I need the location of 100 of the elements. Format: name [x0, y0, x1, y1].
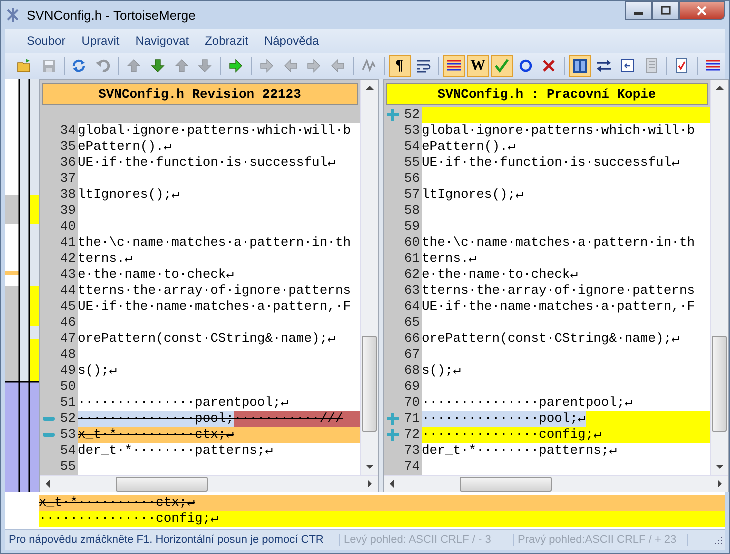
line-number: 53: [60, 427, 76, 443]
window-panel-icon: [620, 58, 636, 74]
minimize-button[interactable]: [625, 1, 652, 20]
line-number: 51: [60, 395, 76, 411]
scroll-up-icon[interactable]: [366, 84, 374, 92]
line-number: 53: [404, 123, 420, 139]
line-number: 70: [404, 395, 420, 411]
code-line: UE·if·the·name·matches·a·pattern,·F: [422, 299, 696, 315]
plus-icon: [387, 429, 399, 441]
line-number: 65: [404, 315, 420, 331]
menu-item[interactable]: Navigovat: [128, 34, 198, 48]
left-arrow-icon: [282, 58, 299, 74]
line-number: 69: [404, 379, 420, 395]
code-line: s();↵: [78, 363, 118, 379]
menu-item[interactable]: Nápověda: [256, 34, 328, 48]
code-line: e·the·name·to·check↵: [422, 267, 580, 283]
scrollbar-thumb[interactable]: [460, 476, 552, 492]
toggle-button[interactable]: W: [467, 55, 489, 77]
code-line: ePattern().↵: [422, 139, 517, 155]
wrap-lines-icon: [416, 58, 432, 74]
scroll-right-icon[interactable]: [366, 480, 374, 488]
scrollbar-thumb[interactable]: [116, 476, 208, 492]
toolbar-button[interactable]: [443, 55, 466, 77]
undo-icon: [95, 58, 112, 74]
scroll-down-icon[interactable]: [716, 463, 724, 471]
toggle-button[interactable]: ¶: [388, 55, 411, 77]
scrollbar-thumb[interactable]: [712, 336, 727, 432]
check-icon: [494, 58, 510, 74]
scroll-left-icon[interactable]: [44, 480, 52, 488]
right-arrow-icon: [306, 58, 322, 74]
menu-item[interactable]: Zobrazit: [197, 34, 256, 48]
line-number: 43: [60, 267, 76, 283]
vertical-scrollbar[interactable]: [360, 80, 378, 475]
line-number: 34: [60, 123, 76, 139]
line-number: 66: [404, 331, 420, 347]
swap-arrows-icon: [596, 58, 612, 74]
line-number: 37: [60, 171, 76, 187]
code-line: global·ignore·patterns·which·will·b: [78, 123, 352, 139]
line-number: 39: [60, 203, 76, 219]
scroll-right-icon[interactable]: [716, 480, 724, 488]
code-line: terns.↵: [422, 251, 478, 267]
code-line: ltIgnores();↵: [78, 187, 180, 203]
minimize-icon: [634, 12, 643, 14]
close-icon: [697, 6, 707, 16]
vertical-scrollbar[interactable]: [710, 80, 728, 475]
line-number: 54: [404, 139, 420, 155]
original-file-header: SVNConfig.h Revision 22123: [42, 83, 358, 105]
colored-lines-icon: [446, 58, 462, 74]
circle-icon: [518, 58, 534, 74]
code-line: ltIgnores();↵: [422, 187, 524, 203]
reload-icon: [71, 58, 88, 74]
plus-icon: [387, 413, 399, 425]
line-number: 58: [404, 203, 420, 219]
close-button[interactable]: [679, 1, 725, 20]
line-number: 44: [60, 283, 76, 299]
maximize-button[interactable]: [652, 1, 679, 20]
up-arrow-icon: [126, 58, 142, 74]
plus-icon: [387, 109, 399, 121]
line-number: 74: [404, 459, 420, 475]
menu-item[interactable]: Soubor: [19, 34, 74, 48]
line-number: 60: [404, 235, 420, 251]
code-line: e·the·name·to·check↵: [78, 267, 236, 283]
code-line: UE·if·the·function·is·successful↵: [422, 155, 680, 171]
code-line: orePattern(const·CString&·name);↵: [78, 331, 336, 347]
toolbar-button[interactable]: [569, 55, 592, 77]
line-number: 38: [60, 187, 76, 203]
line-number: 45: [60, 299, 76, 315]
line-number: 61: [404, 251, 420, 267]
code-line: der_t·*········patterns;↵: [422, 443, 618, 459]
code-line: der_t·*········patterns;↵: [78, 443, 274, 459]
horizontal-scrollbar[interactable]: [384, 475, 728, 492]
up-arrow-icon: [174, 58, 190, 74]
code-line: tterns·the·array·of·ignore·patterns: [422, 283, 696, 299]
code-line: the·\c·name·matches·a·pattern·in·th: [422, 235, 696, 251]
app-icon: [5, 7, 21, 23]
scroll-up-icon[interactable]: [716, 84, 724, 92]
resize-grip-icon[interactable]: [713, 535, 723, 545]
code-line: terns.↵: [78, 251, 134, 267]
line-number: 64: [404, 299, 420, 315]
code-line: tterns·the·array·of·ignore·patterns: [78, 283, 352, 299]
line-number: 46: [60, 315, 76, 331]
code-line: UE·if·the·function·is·successful↵: [78, 155, 336, 171]
working-copy-header: SVNConfig.h : Pracovní Kopie: [386, 83, 708, 105]
line-number: 71: [404, 411, 420, 427]
scrollbar-thumb[interactable]: [362, 336, 377, 432]
scroll-left-icon[interactable]: [388, 480, 396, 488]
line-number: 40: [60, 219, 76, 235]
line-number: 55: [60, 459, 76, 475]
line-number: 48: [60, 347, 76, 363]
maximize-icon: [660, 6, 670, 16]
checklist-icon: [674, 58, 690, 74]
line-number: 35: [60, 139, 76, 155]
horizontal-scrollbar[interactable]: [40, 475, 378, 492]
line-number: 47: [60, 331, 76, 347]
menu-item[interactable]: Upravit: [74, 34, 128, 48]
scroll-down-icon[interactable]: [366, 463, 374, 471]
removed-text-highlight: ···········///: [234, 411, 360, 427]
code-line: ···············parentpool;↵: [78, 395, 290, 411]
down-arrow-icon: [197, 58, 214, 74]
line-number: 41: [60, 235, 76, 251]
